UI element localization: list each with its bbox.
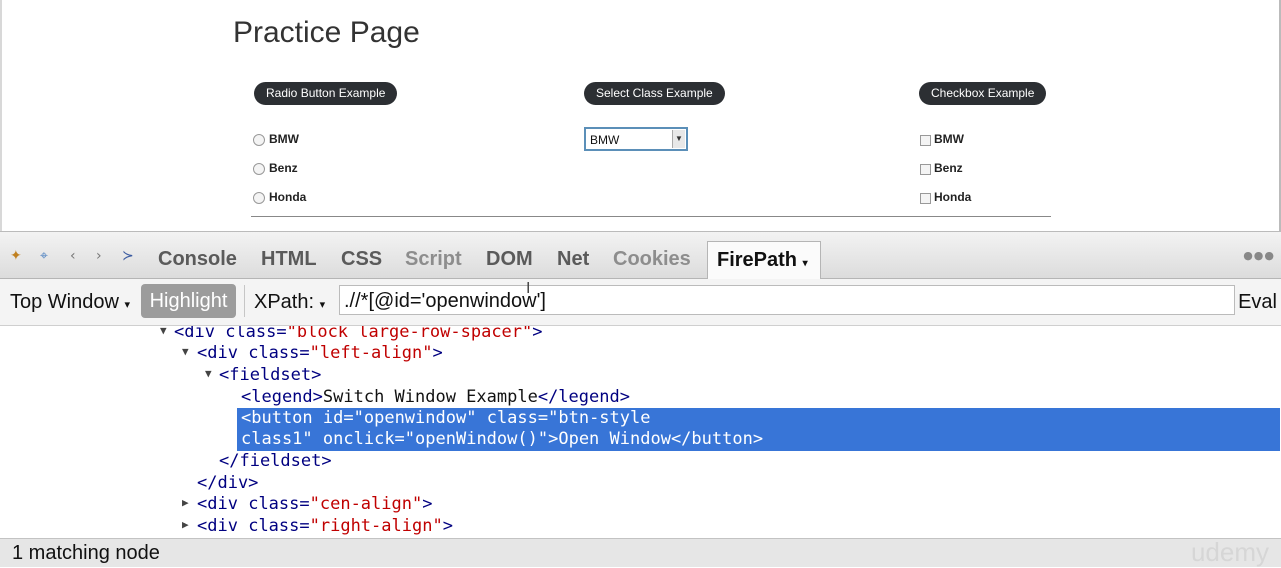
radio-label-honda: Honda [269,190,307,204]
checkbox-honda[interactable] [920,193,931,204]
twisty-open-icon[interactable]: ▼ [205,367,212,380]
window-select[interactable]: Top Window ▾ [10,291,130,314]
inspect-icon[interactable]: ⌖ [40,248,48,264]
caret-down-icon: ▾ [124,299,131,311]
tab-net[interactable]: Net [557,248,589,271]
twisty-closed-icon[interactable]: ▶ [182,518,189,531]
car-select-value: BMW [590,133,620,147]
twisty-open-icon[interactable]: ▼ [182,345,189,358]
dom-node[interactable]: </fieldset> [219,451,332,472]
radio-legend: Radio Button Example [254,82,398,105]
dom-node[interactable]: <fieldset> [219,365,321,386]
caret-down-icon: ▾ [802,258,808,269]
dom-node[interactable]: <legend>Switch Window Example</legend> [241,387,630,408]
twisty-closed-icon[interactable]: ▶ [182,496,189,509]
checkbox-bmw[interactable] [920,135,931,146]
dom-node-selected[interactable]: <button id="openwindow" class="btn-style [241,408,650,429]
udemy-watermark: udemy [1190,537,1269,567]
checkbox-label-benz: Benz [934,161,963,175]
tab-firepath-label: FirePath [717,249,798,271]
window-controls-icon[interactable]: ●●● [1243,249,1275,262]
caret-down-icon: ▾ [319,299,326,311]
tab-html[interactable]: HTML [261,248,317,271]
tab-script[interactable]: Script [405,248,462,271]
eval-button[interactable]: Eval [1238,291,1277,314]
tab-cookies[interactable]: Cookies [613,248,691,271]
dom-node[interactable]: <div class="right-align"> [197,516,453,537]
firebug-icon[interactable]: ✦ [10,248,22,264]
radio-label-bmw: BMW [269,132,299,146]
checkbox-benz[interactable] [920,164,931,175]
twisty-open-icon[interactable]: ▼ [160,326,167,337]
tab-dom[interactable]: DOM [486,248,533,271]
car-select[interactable]: BMW ▼ [584,127,688,151]
firepath-toolbar: Top Window ▾ Highlight XPath: ▾ .//*[@id… [0,279,1281,326]
back-icon[interactable]: ‹ [70,248,76,264]
select-legend: Select Class Example [584,82,725,105]
section-divider [251,216,1051,217]
radio-honda[interactable] [253,192,265,204]
dom-node[interactable]: <div class="cen-align"> [197,494,432,515]
tab-css[interactable]: CSS [341,248,382,271]
toolbar-separator [244,285,245,317]
window-select-label: Top Window [10,291,119,313]
checkbox-label-bmw: BMW [934,132,964,146]
window-left-edge [0,0,2,231]
dom-tree: ▼ <div class="block large-row-spacer"> ▼… [0,326,1281,538]
status-bar: 1 matching node udemy [0,537,1281,567]
dom-node-selected-continued[interactable]: class1" onclick="openWindow()">Open Wind… [241,429,763,450]
xpath-input[interactable]: .//*[@id='openwindow'] I [339,280,1235,315]
xpath-label: XPath: [254,291,315,313]
dom-node[interactable]: <div class="block large-row-spacer"> [174,326,543,343]
tab-console[interactable]: Console [158,248,237,271]
radio-benz[interactable] [253,163,265,175]
xpath-input-value: .//*[@id='openwindow'] [344,290,546,312]
page-title: Practice Page [233,16,420,49]
radio-label-benz: Benz [269,161,298,175]
practice-page: Practice Page Radio Button Example Selec… [0,0,1281,231]
forward-icon[interactable]: › [96,248,102,264]
status-text: 1 matching node [12,542,160,564]
tab-firepath[interactable]: FirePath ▾ [707,241,821,279]
dom-node[interactable]: <div class="left-align"> [197,343,443,364]
checkbox-label-honda: Honda [934,190,972,204]
chevron-down-icon[interactable]: ▼ [672,130,685,148]
firebug-panel: ✦ ⌖ ‹ › ≻ Console HTML CSS Script DOM Ne… [0,231,1281,567]
xpath-mode-select[interactable]: XPath: ▾ [254,291,325,314]
radio-bmw[interactable] [253,134,265,146]
command-line-icon[interactable]: ≻ [122,248,134,264]
devtools-tabbar: ✦ ⌖ ‹ › ≻ Console HTML CSS Script DOM Ne… [0,232,1281,279]
dom-node[interactable]: </div> [197,473,258,494]
highlight-button[interactable]: Highlight [141,284,236,318]
checkbox-legend: Checkbox Example [919,82,1047,105]
text-cursor-icon: I [526,280,531,297]
